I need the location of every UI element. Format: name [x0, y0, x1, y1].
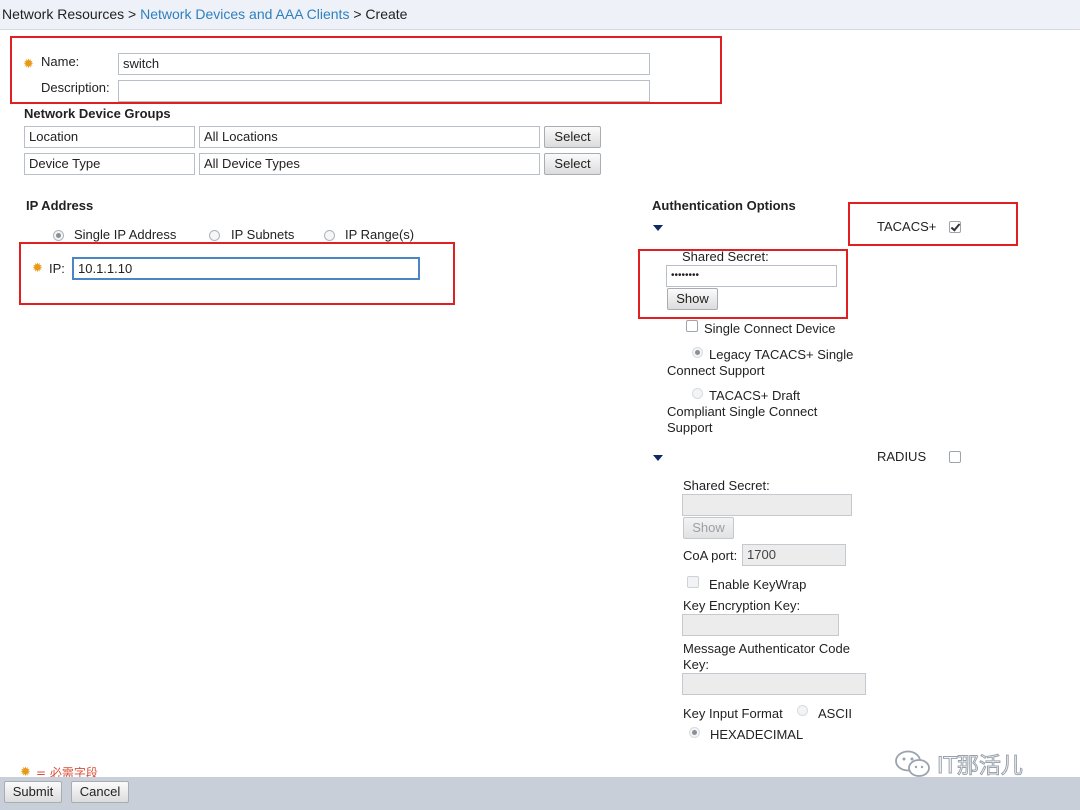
wechat-icon: [895, 750, 930, 777]
single-connect-checkbox[interactable]: [686, 320, 698, 332]
ip-subnets-label[interactable]: IP Subnets: [231, 227, 294, 242]
cancel-button[interactable]: Cancel: [71, 781, 129, 803]
ndg-location-key: Location: [24, 126, 195, 148]
kek-field[interactable]: [682, 614, 839, 636]
highlight-box-ip: [19, 242, 455, 305]
footer-bar: [0, 777, 1080, 810]
ndg-location-value: All Locations: [199, 126, 540, 148]
ascii-label: ASCII: [818, 706, 852, 721]
single-connect-label[interactable]: Single Connect Device: [704, 321, 836, 336]
radius-label: RADIUS: [877, 449, 927, 464]
breadcrumb-separator: >: [128, 6, 137, 22]
mack-field[interactable]: [682, 673, 866, 695]
select-location-button[interactable]: Select: [544, 126, 601, 148]
keywrap-label[interactable]: Enable KeyWrap: [709, 577, 806, 592]
ndg-title: Network Device Groups: [24, 106, 171, 121]
radio-legacy-tacacs[interactable]: [692, 347, 703, 358]
radio-tacacs-draft[interactable]: [692, 388, 703, 399]
coa-port-label: CoA port:: [683, 548, 738, 563]
select-device-type-button[interactable]: Select: [544, 153, 601, 175]
coa-port-field[interactable]: 1700: [742, 544, 846, 566]
radius-secret-label: Shared Secret:: [683, 478, 770, 493]
highlight-box-secret: [638, 249, 848, 319]
highlight-box-name: [10, 36, 722, 104]
breadcrumb-separator: >: [353, 6, 362, 22]
radio-ascii[interactable]: [797, 705, 808, 716]
breadcrumb: Network Resources > Network Devices and …: [2, 6, 407, 22]
ndg-device-type-key: Device Type: [24, 153, 195, 175]
radio-ip-subnets[interactable]: [209, 230, 220, 241]
ndg-device-type-value: All Device Types: [199, 153, 540, 175]
kek-label: Key Encryption Key:: [683, 598, 801, 613]
watermark-text: IT那活儿: [937, 754, 1024, 780]
highlight-box-tacacs: [848, 202, 1018, 246]
collapse-radius-icon[interactable]: [653, 455, 663, 461]
hexadecimal-label: HEXADECIMAL: [710, 727, 804, 742]
radio-ip-ranges[interactable]: [324, 230, 335, 241]
key-input-format-label: Key Input Format: [683, 706, 783, 721]
radius-checkbox[interactable]: [949, 451, 961, 463]
collapse-tacacs-icon[interactable]: [653, 225, 663, 231]
tacacs-draft-label-3: Support: [667, 420, 713, 435]
mack-label-1: Message Authenticator Code: [683, 641, 850, 656]
radio-single-ip[interactable]: [53, 230, 64, 241]
single-ip-label[interactable]: Single IP Address: [74, 227, 176, 242]
radio-hexadecimal[interactable]: [689, 727, 700, 738]
breadcrumb-root[interactable]: Network Resources: [2, 6, 124, 22]
tacacs-draft-label-2: Compliant Single Connect: [667, 404, 818, 419]
mack-label-2: Key:: [683, 657, 710, 672]
auth-options-title: Authentication Options: [652, 198, 796, 213]
legacy-tacacs-label-1: Legacy TACACS+ Single: [709, 347, 854, 362]
watermark: IT那活儿: [893, 748, 1023, 780]
keywrap-checkbox[interactable]: [687, 576, 699, 588]
submit-button[interactable]: Submit: [4, 781, 62, 803]
ip-ranges-label[interactable]: IP Range(s): [345, 227, 414, 242]
breadcrumb-link[interactable]: Network Devices and AAA Clients: [140, 6, 349, 22]
radius-secret-field[interactable]: [682, 494, 852, 516]
tacacs-draft-label-1: TACACS+ Draft: [709, 388, 801, 403]
legacy-tacacs-label-2: Connect Support: [667, 363, 765, 378]
breadcrumb-current: Create: [365, 6, 408, 22]
radius-show-button[interactable]: Show: [683, 517, 734, 539]
ip-address-title: IP Address: [26, 198, 94, 213]
